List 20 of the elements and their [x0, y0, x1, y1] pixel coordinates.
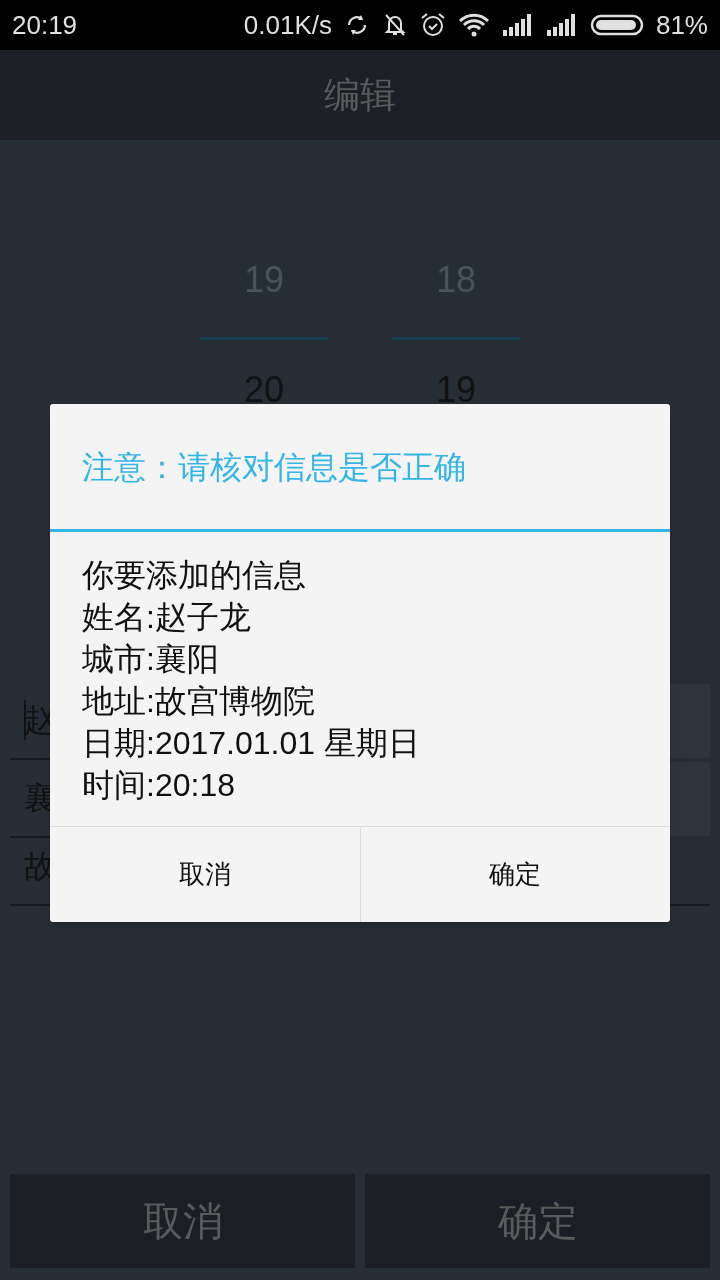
confirm-button[interactable]: 确定	[359, 827, 670, 922]
signal-icon	[501, 12, 534, 38]
cancel-button[interactable]: 取消	[50, 827, 360, 922]
confirm-button[interactable]: 确定	[365, 1174, 710, 1268]
dialog-text: 你要添加的信息	[82, 556, 307, 595]
battery-percent: 81%	[655, 12, 708, 38]
dialog-text: 时间:20:18	[82, 766, 236, 805]
signal-icon	[545, 12, 578, 38]
screen-title: 编辑	[324, 73, 396, 117]
network-speed: 0.01K/s	[243, 12, 332, 38]
battery-icon	[589, 12, 644, 38]
dialog-text: 日期:2017.01.01 星期日	[82, 724, 421, 763]
dialog-text: 地址:故宫博物院	[82, 682, 316, 721]
wifi-icon	[457, 12, 490, 38]
cancel-button[interactable]: 取消	[10, 1174, 355, 1268]
dialog-text: 姓名:赵子龙	[82, 598, 252, 637]
status-time: 20:19	[12, 12, 78, 38]
dialog-title: 注意：请核对信息是否正确	[82, 447, 466, 487]
alarm-icon	[419, 12, 446, 38]
dialog-text: 城市:襄阳	[82, 640, 220, 679]
